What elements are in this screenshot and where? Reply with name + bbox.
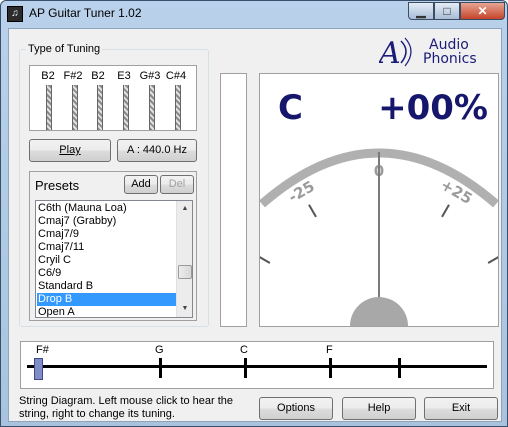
presets-list[interactable]: C6th (Mauna Loa) Cmaj7 (Grabby) Cmaj7/9 … (35, 200, 193, 318)
string-marker[interactable] (159, 358, 162, 378)
string-note-5: G#3 (139, 70, 161, 82)
options-button[interactable]: Options (259, 397, 333, 420)
list-item[interactable]: Cmaj7 (Grabby) (37, 215, 177, 228)
list-item[interactable]: C6th (Mauna Loa) (37, 202, 177, 215)
tuning-group-label: Type of Tuning (26, 43, 103, 55)
list-item[interactable]: Standard B (37, 280, 177, 293)
presets-panel: Presets Add Del C6th (Mauna Loa) Cmaj7 (… (29, 171, 197, 321)
string-peg-6[interactable] (175, 85, 181, 130)
list-item[interactable]: Cmaj7/9 (37, 228, 177, 241)
needle-pivot (350, 297, 408, 326)
audio-phonics-logo: A Audio Phonics (379, 33, 499, 73)
string-diagram[interactable]: F# G C F (20, 341, 494, 389)
list-item-selected[interactable]: Drop B (37, 293, 177, 306)
title-bar[interactable]: ♫ AP Guitar Tuner 1.02 ▁ □ ✕ (1, 1, 507, 27)
string-line (27, 365, 487, 368)
app-window: ♫ AP Guitar Tuner 1.02 ▁ □ ✕ Type of Tun… (0, 0, 508, 427)
level-indicator-panel (220, 73, 247, 327)
gauge-tick (487, 256, 498, 264)
diagram-label-4: F (326, 344, 333, 356)
app-icon[interactable]: ♫ (7, 6, 23, 22)
gauge-tick (441, 204, 450, 218)
list-item[interactable]: Open A (37, 306, 177, 317)
string-peg-2[interactable] (72, 85, 78, 130)
gauge-tick-label: +50 (497, 230, 498, 268)
diagram-label-1: F# (36, 344, 49, 356)
diagram-label-2: G (155, 344, 164, 356)
string-marker[interactable] (329, 358, 332, 378)
play-label: Play (59, 144, 81, 156)
scroll-up-icon[interactable]: ▲ (177, 201, 192, 217)
list-item[interactable]: Cryil C (37, 254, 177, 267)
svg-text:A: A (379, 36, 401, 69)
string-peg-5[interactable] (149, 85, 155, 130)
help-text: String Diagram. Left mouse click to hear… (19, 395, 233, 420)
exit-button[interactable]: Exit (424, 397, 498, 420)
string-peg-3[interactable] (97, 85, 103, 130)
string-note-1: B2 (41, 70, 55, 82)
string-pegs-panel: B2 F#2 B2 E3 G#3 C#4 (29, 65, 197, 131)
string-marker[interactable] (398, 358, 401, 378)
window-title: AP Guitar Tuner 1.02 (29, 6, 142, 20)
presets-scrollbar[interactable]: ▲ ▼ (176, 201, 192, 317)
ap-logo-icon: A (379, 36, 412, 69)
minimize-button[interactable]: ▁ (408, 2, 434, 20)
string-note-2: F#2 (63, 70, 83, 82)
list-item[interactable]: C6/9 (37, 267, 177, 280)
client-area: Type of Tuning B2 F#2 B2 E3 G#3 C#4 Play… (8, 28, 502, 422)
string-note-6: C#4 (165, 70, 187, 82)
list-item[interactable]: Cmaj7/11 (37, 241, 177, 254)
scroll-thumb[interactable] (178, 265, 192, 279)
scroll-down-icon[interactable]: ▼ (177, 301, 192, 317)
add-preset-button[interactable]: Add (124, 175, 158, 194)
gauge-tick (308, 204, 317, 218)
maximize-button[interactable]: □ (434, 2, 460, 20)
string-note-4: E3 (117, 70, 131, 82)
diagram-label-3: C (240, 344, 248, 356)
string-note-3: B2 (91, 70, 105, 82)
logo-line-2: Phonics (423, 51, 477, 67)
tuner-gauge: -50-250+25+50 (260, 148, 498, 326)
play-button[interactable]: Play (29, 139, 111, 162)
string-peg-1[interactable] (46, 85, 52, 130)
string-marker[interactable] (244, 358, 247, 378)
selected-string-marker[interactable] (34, 358, 43, 380)
close-button[interactable]: ✕ (460, 2, 505, 20)
delete-preset-button[interactable]: Del (160, 175, 194, 194)
a-frequency-button[interactable]: A : 440.0 Hz (117, 139, 197, 162)
string-peg-4[interactable] (123, 85, 129, 130)
presets-label: Presets (35, 178, 80, 193)
gauge-tick (260, 256, 271, 264)
help-button[interactable]: Help (342, 397, 416, 420)
tuner-meter: C +00% -50-250+25+50 (259, 73, 499, 327)
